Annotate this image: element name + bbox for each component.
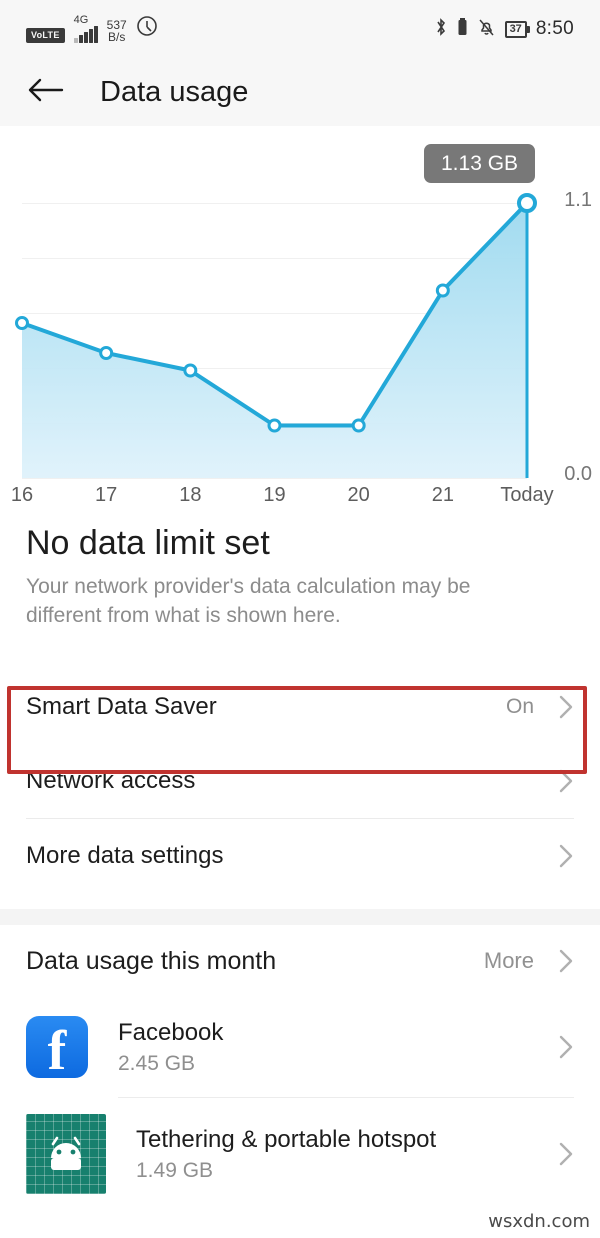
signal-bar-4 [93,26,98,43]
android-icon [26,1114,106,1195]
chart-tooltip: 1.13 GB [424,144,536,183]
status-bar-left: VoLTE 4G 537 B/s [26,14,434,43]
chart-point [99,346,114,360]
data-usage-screen: VoLTE 4G 537 B/s 37 8:50 Data usage 1.13… [0,0,600,1238]
chart-plot-area [15,193,537,479]
settings-row-group: Smart Data Saver On Network access More … [0,670,600,894]
x-axis-tick-label: 19 [263,484,286,506]
signal-bar-1 [78,35,83,43]
settings-row-more-data-settings[interactable]: More data settings [0,819,600,894]
data-speed-indicator-icon [136,15,158,42]
bell-muted-icon [477,17,496,42]
chevron-right-icon [548,842,574,870]
data-limit-subtext: Your network provider's data calculation… [26,575,471,627]
chart-point [517,193,537,213]
settings-row-value: On [505,695,534,719]
x-axis-tick-label: 21 [431,484,454,506]
chart-point [267,418,282,433]
page-title: Data usage [100,75,249,108]
more-label: More [483,948,534,974]
chevron-right-icon [548,767,574,795]
app-name: Facebook [118,1018,224,1046]
section-title: Data usage this month [26,946,277,975]
settings-row-label: More data settings [26,842,224,870]
x-axis-tick-label: 18 [179,484,202,506]
network-speed-unit: B/s [108,30,126,44]
section-separator [0,909,600,926]
watermark: wsxdn.com [488,1211,590,1232]
chart-point [351,418,366,433]
status-bar-right: 37 8:50 [434,17,574,42]
chart-area-fill [22,203,527,478]
signal-bar-3 [88,29,93,43]
data-usage-month-header[interactable]: Data usage this month More [0,925,600,997]
signal-bar-2 [83,32,88,43]
y-axis-min-label: 0.0 [564,463,592,485]
signal-bars-icon: 4G [73,14,98,43]
app-usage-row-facebook[interactable]: f Facebook 2.45 GB [0,997,600,1097]
network-speed-indicator: 537 B/s [107,19,127,43]
x-axis-tick-label: 17 [95,484,118,506]
facebook-icon: f [26,1016,88,1083]
x-axis-tick-label: Today [500,484,554,506]
settings-row-label: Smart Data Saver [26,693,217,721]
facebook-glyph: f [47,1020,67,1083]
title-bar: Data usage [0,58,600,126]
bluetooth-icon [434,17,448,42]
app-size: 2.45 GB [118,1052,196,1076]
signal-bar-0 [73,38,78,43]
x-axis-labels: 16 17 18 19 20 21 Today [0,484,600,518]
volte-badge: VoLTE [26,28,65,43]
chart-point [435,283,450,298]
settings-row-network-access[interactable]: Network access [0,744,600,819]
chart-point [15,316,29,330]
chevron-right-icon [548,1140,574,1168]
settings-row-label: Network access [26,767,196,795]
gridline [22,478,527,479]
app-size: 1.49 GB [136,1159,214,1183]
settings-row-smart-data-saver[interactable]: Smart Data Saver On [0,670,600,745]
y-axis-max-label: 1.1 [564,189,592,211]
chart-point [183,363,198,378]
x-axis-tick-label: 20 [347,484,370,506]
network-generation-label: 4G [73,14,89,26]
data-limit-headline: No data limit set [26,524,270,562]
app-name: Tethering & portable hotspot [136,1125,437,1153]
battery-icon: 37 [504,20,531,38]
app-usage-text: Tethering & portable hotspot 1.49 GB [136,1125,548,1183]
battery-small-icon [457,17,468,42]
app-usage-row-tethering[interactable]: Tethering & portable hotspot 1.49 GB [0,1098,600,1202]
chevron-right-icon [548,1033,574,1061]
chart-series [15,193,537,478]
x-axis-tick-label: 16 [10,484,34,506]
status-bar-clock: 8:50 [535,18,574,39]
chevron-right-icon [548,947,574,975]
app-usage-text: Facebook 2.45 GB [118,1018,548,1076]
status-bar: VoLTE 4G 537 B/s 37 8:50 [0,0,600,58]
data-usage-chart: 1.13 GB 1.1 0.0 16 17 18 19 20 21 Today [0,126,600,518]
arrow-left-icon[interactable] [26,76,64,109]
chevron-right-icon [548,693,574,721]
